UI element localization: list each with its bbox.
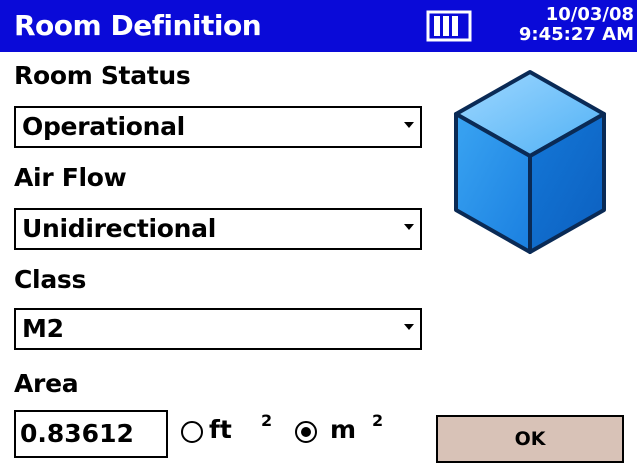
window-title: Room Definition	[14, 9, 262, 42]
radio-m2[interactable]	[295, 421, 317, 443]
clock: 10/03/08 9:45:27 AM	[519, 5, 634, 45]
air-flow-value: Unidirectional	[22, 214, 216, 243]
class-dropdown[interactable]: M2	[14, 308, 422, 350]
title-bar: Room Definition 10/03/08 9:45:27 AM	[0, 0, 637, 52]
chevron-down-icon	[404, 224, 414, 230]
unit-ft-exponent: 2	[261, 411, 273, 430]
unit-m-exponent: 2	[372, 411, 384, 430]
unit-ft-label: ft	[209, 415, 232, 444]
room-status-value: Operational	[22, 112, 185, 141]
room-status-label: Room Status	[14, 61, 191, 90]
air-flow-dropdown[interactable]: Unidirectional	[14, 208, 422, 250]
radio-selected-dot	[301, 427, 311, 437]
ok-button[interactable]: OK	[436, 415, 624, 463]
class-value: M2	[22, 314, 64, 343]
area-value: 0.83612	[20, 419, 134, 448]
date-text: 10/03/08	[545, 4, 634, 25]
air-flow-label: Air Flow	[14, 163, 127, 192]
area-input[interactable]: 0.83612	[14, 410, 168, 458]
room-status-dropdown[interactable]: Operational	[14, 106, 422, 148]
battery-icon	[426, 10, 472, 42]
area-label: Area	[14, 369, 79, 398]
chevron-down-icon	[404, 324, 414, 330]
class-label: Class	[14, 265, 87, 294]
chevron-down-icon	[404, 122, 414, 128]
time-text: 9:45:27 AM	[518, 24, 634, 45]
cube-icon	[454, 70, 606, 254]
unit-m-label: m	[330, 415, 357, 444]
radio-ft2[interactable]	[181, 421, 203, 443]
